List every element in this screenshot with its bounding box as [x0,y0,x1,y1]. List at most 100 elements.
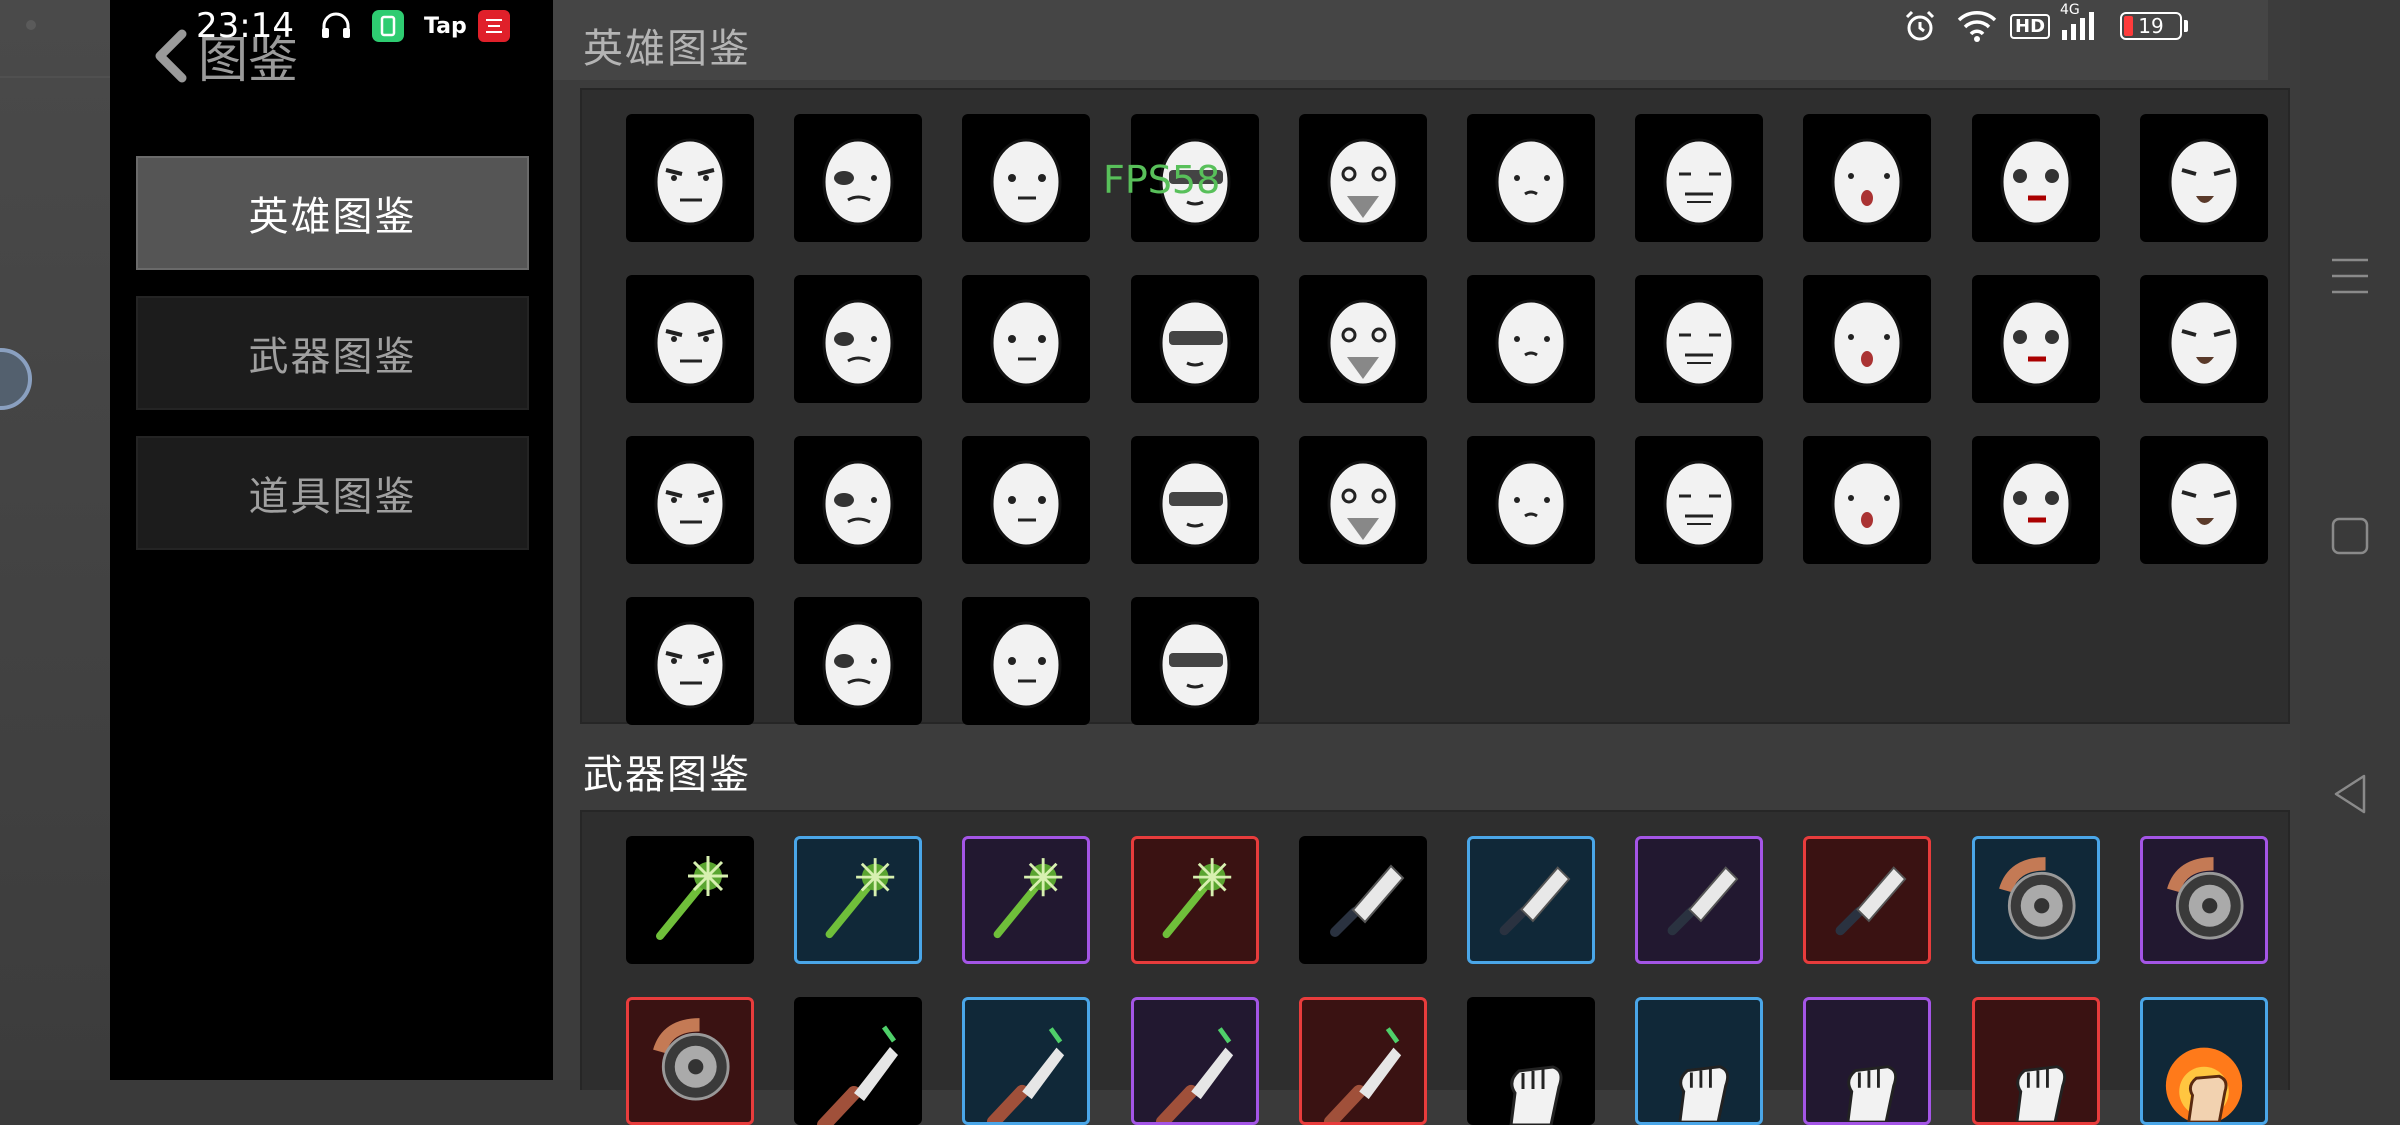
fist-icon [1678,1065,1730,1122]
tap-notification-icon: Tap [424,13,467,39]
machete-icon [1155,1027,1233,1122]
hero-egg-icon [2000,299,2072,387]
hero-card[interactable] [1298,114,1427,242]
hero-egg-icon [2168,460,2240,548]
hero-card[interactable] [2139,114,2268,242]
hero-card[interactable] [626,114,754,242]
hero-card[interactable] [626,597,754,725]
back-triangle-icon[interactable] [2330,772,2370,820]
weapon-card[interactable] [1467,997,1595,1125]
hero-egg-icon [654,621,726,709]
hero-card[interactable] [1971,275,2100,403]
section-title-heroes: 英雄图鉴 [583,26,751,72]
hero-card[interactable] [1467,436,1595,564]
fist-icon [2015,1065,2066,1122]
hero-egg-icon [1831,460,1903,548]
weapon-card[interactable] [1803,997,1932,1125]
hero-egg-icon [654,299,726,387]
weapon-grid [580,810,2290,1125]
hero-egg-icon [822,621,894,709]
weapon-card[interactable] [1635,997,1764,1125]
spiked-club-icon [993,858,1063,939]
weapon-card[interactable] [1803,836,1932,964]
network-type-label: 4G [2060,2,2080,18]
hero-egg-icon [1663,299,1735,387]
hero-egg-icon [1495,460,1567,548]
weapon-card[interactable] [1467,836,1595,964]
hero-card[interactable] [1467,114,1595,242]
hero-card[interactable] [962,436,1091,564]
weapon-card[interactable] [2139,836,2268,964]
menu-icon[interactable] [2330,254,2370,302]
hd-badge-label: HD [2010,13,2051,39]
hero-card[interactable] [794,436,923,564]
hero-card[interactable] [1298,275,1427,403]
hero-egg-icon [990,460,1062,548]
hero-card[interactable] [1971,436,2100,564]
hero-egg-icon [1663,138,1735,226]
hero-card[interactable] [1971,114,2100,242]
hero-card[interactable] [1130,275,1259,403]
hero-card[interactable] [1130,597,1259,725]
alarm-icon [1902,6,1938,46]
hero-card[interactable] [2139,436,2268,564]
hero-card[interactable] [962,597,1091,725]
hero-card[interactable] [1635,275,1764,403]
hero-egg-icon [822,138,894,226]
weapon-card[interactable] [794,997,923,1125]
hero-egg-icon [1159,299,1231,387]
cleaver-icon [1499,866,1571,936]
hero-card[interactable] [1803,436,1932,564]
weapon-card[interactable] [1130,997,1259,1125]
weapon-card[interactable] [2139,997,2268,1125]
weapon-card[interactable] [1130,836,1259,964]
hero-grid [580,88,2290,725]
hero-card[interactable] [962,114,1091,242]
status-time: 23:14 [196,6,294,46]
hero-card[interactable] [794,597,923,725]
hero-card[interactable] [794,114,923,242]
hero-card[interactable] [1467,275,1595,403]
game-notification-icon [476,6,512,46]
hero-card[interactable] [1298,436,1427,564]
spiked-club-icon [1162,858,1231,939]
hero-card[interactable] [626,436,754,564]
app-notification-icon [370,6,406,46]
hero-card[interactable] [1803,114,1932,242]
hero-egg-icon [2000,138,2072,226]
hero-card[interactable] [626,275,754,403]
hero-egg-icon [990,299,1062,387]
section-title-weapons: 武器图鉴 [583,752,751,798]
hero-egg-icon [1327,299,1399,387]
weapon-card[interactable] [1971,836,2100,964]
weapon-card[interactable] [626,836,754,964]
hero-egg-icon [1495,299,1567,387]
weapon-card[interactable] [962,997,1091,1125]
hero-card[interactable] [1635,114,1764,242]
sidebar-item-items[interactable]: 道具图鉴 [136,436,529,550]
hero-card[interactable] [1803,275,1932,403]
hero-egg-icon [1159,460,1231,548]
weapon-card[interactable] [1298,836,1427,964]
hero-card[interactable] [962,275,1091,403]
hero-card[interactable] [1635,436,1764,564]
sidebar-item-weapons[interactable]: 武器图鉴 [136,296,529,410]
floating-ball[interactable] [0,348,32,410]
weapon-card[interactable] [1298,997,1427,1125]
hero-card[interactable] [794,275,923,403]
sidebar: 图鉴 英雄图鉴 武器图鉴 道具图鉴 [110,0,553,1080]
weapon-card[interactable] [1971,997,2100,1125]
main-content[interactable]: 英雄图鉴 武器图鉴 [553,0,2300,1125]
hero-egg-icon [1327,460,1399,548]
home-square-icon[interactable] [2330,516,2370,560]
hero-card[interactable] [1130,436,1259,564]
weapon-card[interactable] [626,997,754,1125]
weapon-card[interactable] [962,836,1091,964]
hero-egg-icon [990,138,1062,226]
sidebar-item-heroes[interactable]: 英雄图鉴 [136,156,529,270]
weapon-card[interactable] [794,836,923,964]
weapon-card[interactable] [1635,836,1764,964]
battery-indicator: 19 [2120,6,2188,46]
hero-card[interactable] [2139,275,2268,403]
saw-blade-icon [653,1018,730,1101]
